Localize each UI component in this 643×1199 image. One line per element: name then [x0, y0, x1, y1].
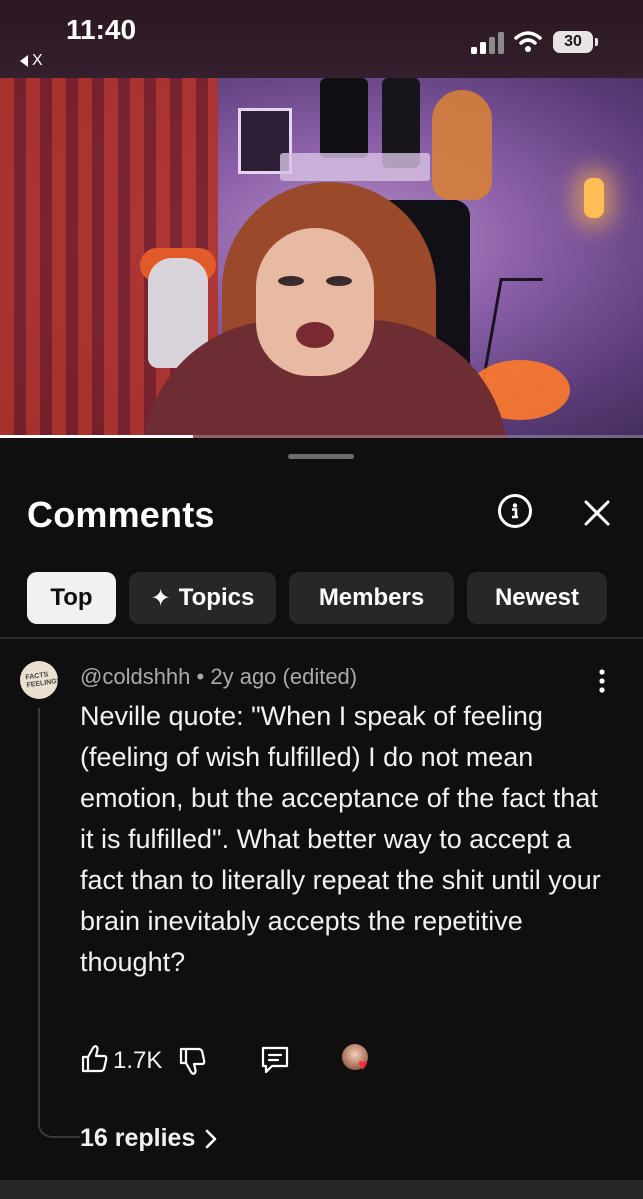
- wifi-icon: [514, 31, 542, 52]
- thumbs-up-icon[interactable]: [80, 1044, 108, 1074]
- chip-newest[interactable]: Newest: [467, 572, 607, 624]
- close-icon[interactable]: [580, 496, 614, 530]
- creator-heart-icon: ♥: [342, 1044, 378, 1080]
- battery-nub: [595, 38, 598, 46]
- comment-author[interactable]: @coldshhh: [80, 664, 190, 689]
- thumbs-down-icon[interactable]: [178, 1046, 206, 1076]
- panel-title: Comments: [27, 494, 215, 535]
- avatar-label: FACTS FEELINGS: [25, 671, 58, 690]
- back-to-app-button[interactable]: X: [20, 52, 43, 70]
- back-arrow-icon: [20, 55, 28, 67]
- video-scene-plush: [432, 90, 492, 200]
- info-icon[interactable]: [498, 494, 532, 528]
- chip-label: Topics: [178, 584, 255, 611]
- status-time: 11:40: [66, 14, 137, 45]
- replies-label: 16 replies: [80, 1124, 196, 1152]
- chip-label: Top: [50, 584, 93, 611]
- heart-icon: ♥: [358, 1057, 368, 1074]
- video-person-eye: [326, 276, 352, 286]
- comments-panel: Comments Top ✦ Topics Members Newest FAC…: [0, 438, 643, 1199]
- view-replies-button[interactable]: 16 replies: [80, 1124, 217, 1153]
- chevron-right-icon: [206, 1129, 217, 1148]
- battery-level: 30: [564, 33, 582, 50]
- chip-top[interactable]: Top: [27, 572, 116, 624]
- thread-line: [38, 708, 80, 1138]
- like-count: 1.7K: [113, 1047, 163, 1074]
- avatar[interactable]: FACTS FEELINGS: [20, 661, 58, 699]
- cellular-signal-icon: [471, 32, 504, 54]
- divider: [0, 637, 643, 639]
- chip-label: Members: [318, 584, 425, 611]
- comment-meta: @coldshhh • 2y ago (edited): [80, 664, 357, 690]
- video-scene-mask: [320, 78, 368, 158]
- video-scene-shelf: [280, 153, 430, 181]
- sort-chips: Top ✦ Topics Members Newest: [27, 572, 607, 624]
- video-person-mouth: [296, 322, 334, 348]
- meta-separator: •: [196, 664, 205, 689]
- video-person-face: [256, 228, 374, 376]
- status-bar: 11:40 X 30: [0, 0, 643, 78]
- video-person-eye: [278, 276, 304, 286]
- drag-handle[interactable]: [288, 454, 354, 459]
- back-app-label: X: [32, 52, 43, 69]
- chip-label: Newest: [494, 584, 580, 611]
- video-player[interactable]: [0, 78, 643, 438]
- chip-members[interactable]: Members: [289, 572, 454, 624]
- comment-actions: 1.7K ♥: [80, 1044, 400, 1078]
- sparkle-icon: ✦: [150, 584, 171, 612]
- battery-icon: 30: [553, 31, 593, 53]
- video-scene-lamp: [584, 178, 604, 218]
- comment-time: 2y ago (edited): [210, 664, 358, 689]
- chip-topics[interactable]: ✦ Topics: [129, 572, 276, 624]
- next-comment-edge: [0, 1180, 643, 1199]
- reply-icon[interactable]: [260, 1044, 290, 1076]
- more-vert-icon[interactable]: [594, 668, 610, 694]
- comment-body: Neville quote: "When I speak of feeling …: [80, 701, 601, 977]
